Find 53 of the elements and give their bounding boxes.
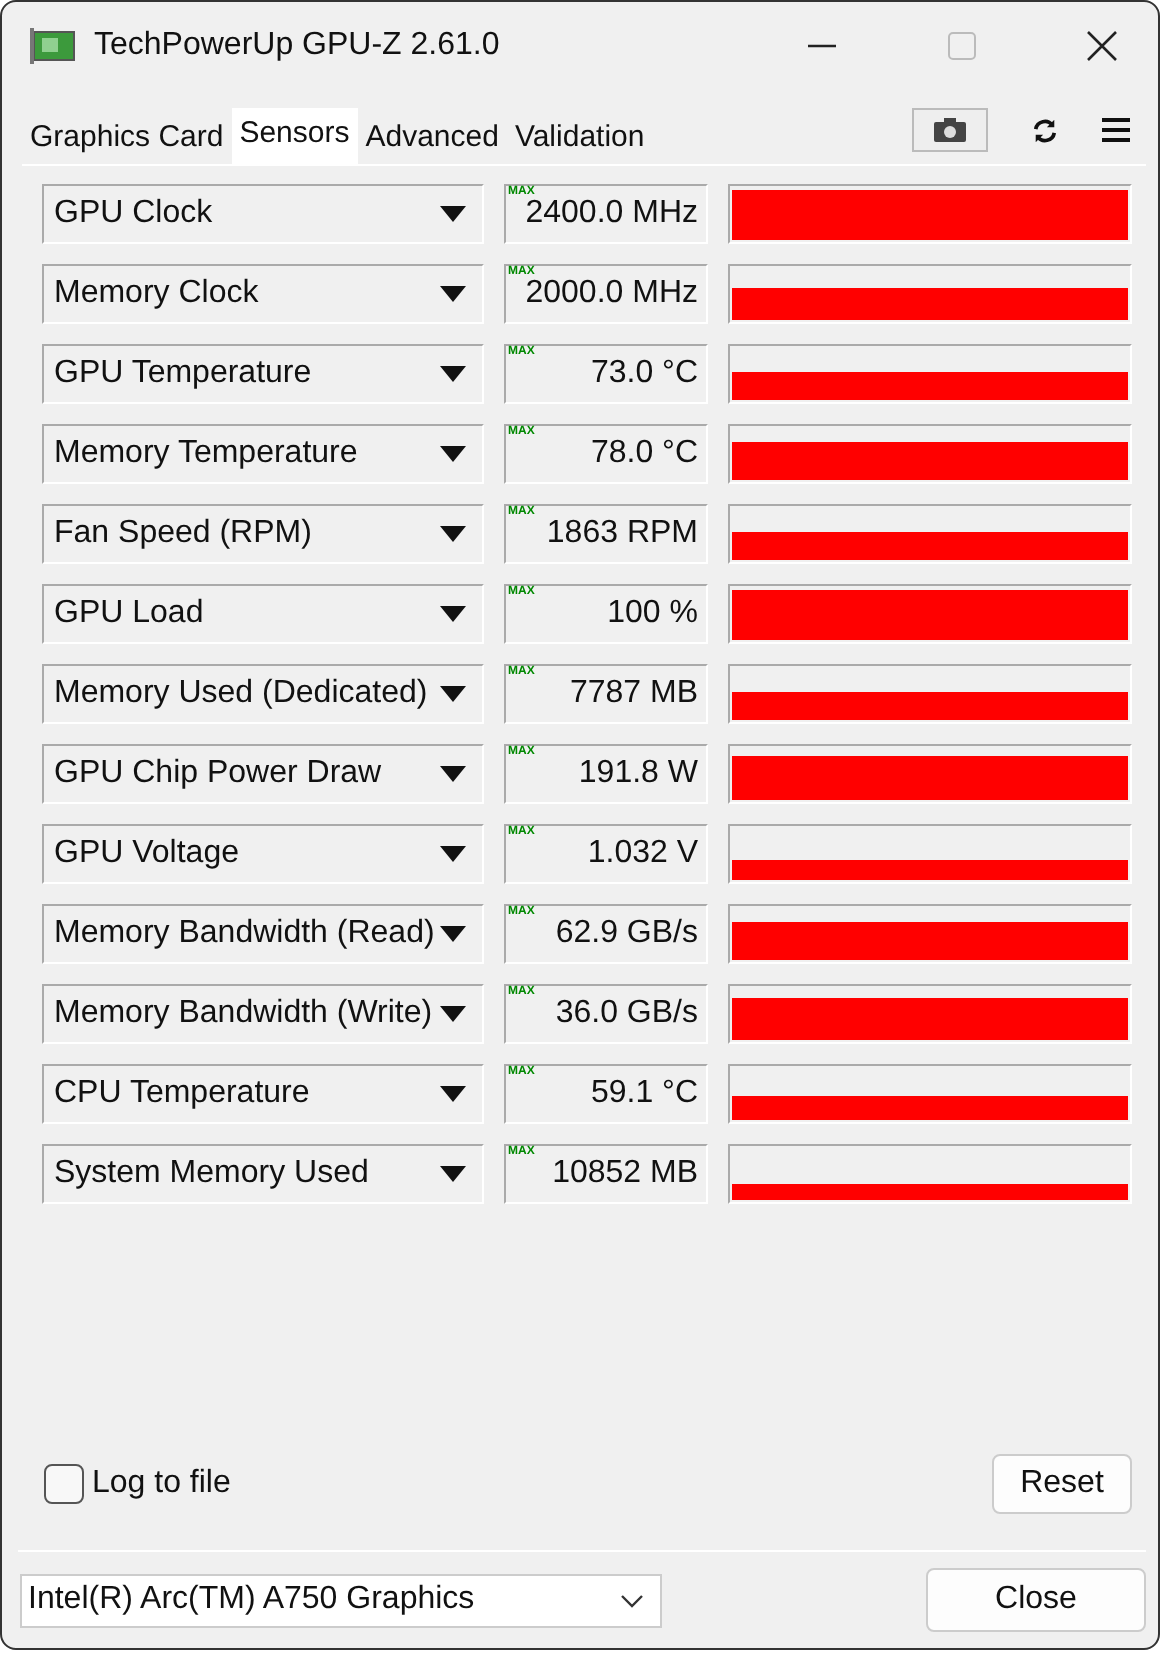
sensor-dropdown[interactable]: Memory Used (Dedicated): [42, 664, 484, 724]
sensor-dropdown[interactable]: GPU Load: [42, 584, 484, 644]
checkbox-label[interactable]: Log to file: [92, 1466, 231, 1502]
dropdown-arrow-icon: [440, 1006, 466, 1022]
dropdown-arrow-icon: [440, 446, 466, 462]
reset-button[interactable]: Reset: [992, 1454, 1132, 1514]
value-text: 59.1 °C: [590, 1076, 698, 1112]
sensor-dropdown[interactable]: Memory Bandwidth (Write): [42, 984, 484, 1044]
sensor-dropdown[interactable]: Memory Temperature: [42, 424, 484, 484]
sensor-dropdown[interactable]: GPU Clock: [42, 184, 484, 244]
sensor-dropdown[interactable]: Memory Bandwidth (Read): [42, 904, 484, 964]
value-text: 36.0 GB/s: [555, 996, 698, 1032]
chevron-icon: [620, 1593, 644, 1607]
value-text: 1863 RPM: [546, 516, 698, 552]
dropdown-arrow-icon: [440, 846, 466, 862]
graphics-card-icon: [30, 28, 78, 64]
dropdown-arrow-icon: [440, 766, 466, 782]
value-text: 7787 MB: [569, 676, 698, 712]
camera-button[interactable]: [912, 108, 988, 152]
sensor-dropdown[interactable]: CPU Temperature: [42, 1064, 484, 1124]
sensor-dropdown[interactable]: Fan Speed (RPM): [42, 504, 484, 564]
value-text: 1.032 V: [587, 836, 698, 872]
dropdown-arrow-icon: [440, 1166, 466, 1182]
sensor-dropdown[interactable]: GPU Chip Power Draw: [42, 744, 484, 804]
value-text: 2400.0 MHz: [525, 196, 698, 232]
sensor-dropdown[interactable]: GPU Voltage: [42, 824, 484, 884]
value-text: 73.0 °C: [590, 356, 698, 392]
close-button[interactable]: Close: [926, 1568, 1146, 1632]
dropdown-arrow-icon: [440, 686, 466, 702]
value-text: 62.9 GB/s: [555, 916, 698, 952]
tab[interactable]: Sensors: [231, 108, 358, 164]
value-text: 10852 MB: [552, 1156, 698, 1192]
dropdown-arrow-icon: [440, 926, 466, 942]
close-icon[interactable]: [1086, 30, 1118, 62]
camera-icon: [934, 118, 966, 142]
value-text: 191.8 W: [578, 756, 698, 792]
dropdown-arrow-icon: [440, 526, 466, 542]
sensor-dropdown[interactable]: Memory Clock: [42, 264, 484, 324]
sensor-dropdown[interactable]: System Memory Used: [42, 1144, 484, 1204]
sensor-dropdown[interactable]: GPU Temperature: [42, 344, 484, 404]
dropdown-arrow-icon: [440, 606, 466, 622]
checkbox[interactable]: [44, 1464, 84, 1504]
dropdown-arrow-icon: [440, 286, 466, 302]
dropdown-arrow-icon: [440, 206, 466, 222]
window-title: TechPowerUp GPU-Z 2.61.0: [94, 28, 500, 64]
value-text: 100 %: [607, 596, 698, 632]
value-text: 2000.0 MHz: [525, 276, 698, 312]
device-select[interactable]: Intel(R) Arc(TM) A750 Graphics: [20, 1573, 662, 1627]
dropdown-arrow-icon: [440, 1086, 466, 1102]
menu-icon[interactable]: [1102, 118, 1130, 142]
refresh-icon[interactable]: [1032, 117, 1058, 143]
dropdown-arrow-icon: [440, 366, 466, 382]
value-text: 78.0 °C: [590, 436, 698, 472]
